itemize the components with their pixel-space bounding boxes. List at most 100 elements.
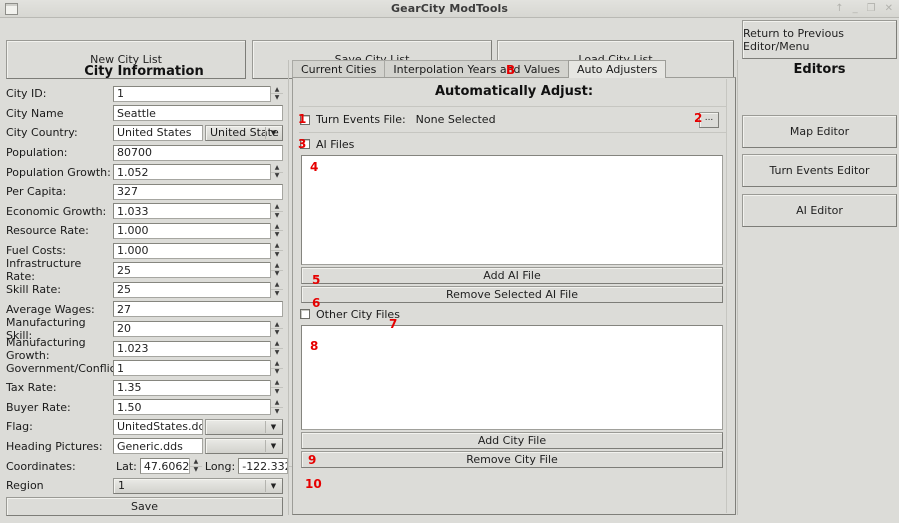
spin-down-icon[interactable]: ▼ xyxy=(271,173,283,181)
city-field-spin-buttons[interactable]: ▲▼ xyxy=(270,380,283,396)
spin-down-icon[interactable]: ▼ xyxy=(271,408,283,416)
ai-files-listbox[interactable] xyxy=(301,155,723,265)
city-field-spin-buttons[interactable]: ▲▼ xyxy=(270,262,283,278)
spin-up-icon[interactable]: ▲ xyxy=(271,321,283,330)
city-field-input[interactable]: Generic.dds xyxy=(113,438,203,454)
city-field-input[interactable]: 20 xyxy=(113,321,283,337)
city-field-input[interactable]: 1 xyxy=(113,360,283,376)
city-field-input[interactable]: 327 xyxy=(113,184,283,200)
close-icon[interactable]: ✕ xyxy=(885,4,893,14)
city-field-input[interactable]: 1.052 xyxy=(113,164,283,180)
spin-down-icon[interactable]: ▼ xyxy=(190,467,202,475)
spin-up-icon[interactable]: ▲ xyxy=(271,203,283,212)
remove-city-file-button[interactable]: Remove City File xyxy=(301,451,723,468)
city-field-input[interactable]: 80700 xyxy=(113,145,283,161)
city-field-row: City NameSeattle xyxy=(0,104,288,124)
minimize-icon[interactable]: _ xyxy=(853,4,858,14)
chevron-down-icon[interactable]: ▼ xyxy=(265,480,281,492)
turn-events-file-row: Turn Events File: None Selected ... xyxy=(293,107,735,132)
city-field-spin-buttons[interactable]: ▲▼ xyxy=(270,223,283,239)
city-field-input[interactable]: 1.023 xyxy=(113,341,283,357)
city-field-input[interactable]: 1 xyxy=(113,86,283,102)
spin-up-icon[interactable]: ▲ xyxy=(271,380,283,389)
city-field-spin-buttons[interactable]: ▲▼ xyxy=(270,282,283,298)
chevron-down-icon[interactable]: ▼ xyxy=(265,127,281,139)
turn-events-file-value: None Selected xyxy=(416,113,496,126)
longitude-stepper[interactable]: -122.3320 ▲▼ xyxy=(238,458,300,474)
turn-events-editor-button[interactable]: Turn Events Editor xyxy=(742,154,897,187)
map-editor-button[interactable]: Map Editor xyxy=(742,115,897,148)
city-field-input[interactable]: Seattle xyxy=(113,105,283,121)
turn-events-file-checkbox[interactable] xyxy=(300,115,310,125)
chevron-down-icon[interactable]: ▼ xyxy=(265,421,281,433)
spin-down-icon[interactable]: ▼ xyxy=(271,388,283,396)
city-field-spin-buttons[interactable]: ▲▼ xyxy=(270,243,283,259)
chevron-down-icon[interactable]: ▼ xyxy=(265,440,281,452)
city-field-select[interactable]: ▼ xyxy=(205,438,283,454)
city-field-spin-buttons[interactable]: ▲▼ xyxy=(270,321,283,337)
spin-up-icon[interactable]: ▲ xyxy=(271,360,283,369)
spin-down-icon[interactable]: ▼ xyxy=(271,271,283,279)
city-field-input[interactable]: 1.35 xyxy=(113,380,283,396)
city-field-select[interactable]: United State▼ xyxy=(205,125,283,141)
spin-down-icon[interactable]: ▼ xyxy=(271,251,283,259)
spin-down-icon[interactable]: ▼ xyxy=(271,290,283,298)
spin-down-icon[interactable]: ▼ xyxy=(271,94,283,102)
spin-down-icon[interactable]: ▼ xyxy=(271,369,283,377)
latitude-stepper[interactable]: 47.6062 ▲▼ xyxy=(140,458,202,474)
city-field-input[interactable]: 25 xyxy=(113,282,283,298)
city-field-input[interactable]: UnitedStates.dds xyxy=(113,419,203,435)
spin-down-icon[interactable]: ▼ xyxy=(271,329,283,337)
spin-down-icon[interactable]: ▼ xyxy=(271,349,283,357)
save-button[interactable]: Save xyxy=(6,497,283,516)
add-city-file-button[interactable]: Add City File xyxy=(301,432,723,449)
spin-down-icon[interactable]: ▼ xyxy=(271,212,283,220)
city-field-label: Economic Growth: xyxy=(6,205,113,218)
spin-up-icon[interactable]: ▲ xyxy=(271,262,283,271)
city-field-select[interactable]: ▼ xyxy=(205,419,283,435)
other-city-files-listbox[interactable] xyxy=(301,325,723,430)
other-city-files-checkbox[interactable] xyxy=(300,309,310,319)
region-value: 1 xyxy=(118,479,125,492)
latitude-spin-buttons[interactable]: ▲▼ xyxy=(189,458,202,474)
city-field-input-wrap: 1.033▲▼ xyxy=(113,203,283,219)
city-field-input[interactable]: United States xyxy=(113,125,203,141)
tab-auto-adjusters[interactable]: Auto Adjusters xyxy=(568,60,666,78)
ai-files-checkbox[interactable] xyxy=(300,139,310,149)
maximize-icon[interactable]: ❐ xyxy=(867,4,876,14)
city-field-row: Tax Rate:1.35▲▼ xyxy=(0,378,288,398)
remove-ai-file-button[interactable]: Remove Selected AI File xyxy=(301,286,723,303)
spin-up-icon[interactable]: ▲ xyxy=(271,341,283,350)
spin-up-icon[interactable]: ▲ xyxy=(271,223,283,232)
spin-up-icon[interactable]: ▲ xyxy=(271,399,283,408)
city-field-input[interactable]: 1.000 xyxy=(113,223,283,239)
city-field-spin-buttons[interactable]: ▲▼ xyxy=(270,360,283,376)
region-select[interactable]: 1 ▼ xyxy=(113,478,283,494)
tab-interpolation-years-and-values[interactable]: Interpolation Years and Values xyxy=(384,60,569,77)
spin-up-icon[interactable]: ▲ xyxy=(271,164,283,173)
city-field-row: City Country:United StatesUnited State▼ xyxy=(0,123,288,143)
city-field-spin-buttons[interactable]: ▲▼ xyxy=(270,203,283,219)
city-field-spin-buttons[interactable]: ▲▼ xyxy=(270,164,283,180)
add-ai-file-button[interactable]: Add AI File xyxy=(301,267,723,284)
shade-up-icon[interactable]: ↑ xyxy=(835,4,843,14)
browse-turn-events-file-button[interactable]: ... xyxy=(699,112,719,128)
spin-up-icon[interactable]: ▲ xyxy=(271,282,283,291)
spin-up-icon[interactable]: ▲ xyxy=(271,243,283,252)
city-field-input[interactable]: 27 xyxy=(113,301,283,317)
return-to-previous-button[interactable]: Return to Previous Editor/Menu xyxy=(742,20,897,59)
city-field-input[interactable]: 1.000 xyxy=(113,243,283,259)
auto-adjusters-pane: Automatically Adjust: Turn Events File: … xyxy=(292,77,736,515)
city-field-input[interactable]: 1.50 xyxy=(113,399,283,415)
spin-up-icon[interactable]: ▲ xyxy=(190,458,202,467)
spin-up-icon[interactable]: ▲ xyxy=(271,86,283,95)
spin-down-icon[interactable]: ▼ xyxy=(271,231,283,239)
city-field-spin-buttons[interactable]: ▲▼ xyxy=(270,341,283,357)
other-city-files-label: Other City Files xyxy=(316,308,400,321)
city-field-spin-buttons[interactable]: ▲▼ xyxy=(270,86,283,102)
tab-current-cities[interactable]: Current Cities xyxy=(292,60,385,77)
ai-editor-button[interactable]: AI Editor xyxy=(742,194,897,227)
city-field-spin-buttons[interactable]: ▲▼ xyxy=(270,399,283,415)
city-field-input[interactable]: 1.033 xyxy=(113,203,283,219)
city-field-input[interactable]: 25 xyxy=(113,262,283,278)
